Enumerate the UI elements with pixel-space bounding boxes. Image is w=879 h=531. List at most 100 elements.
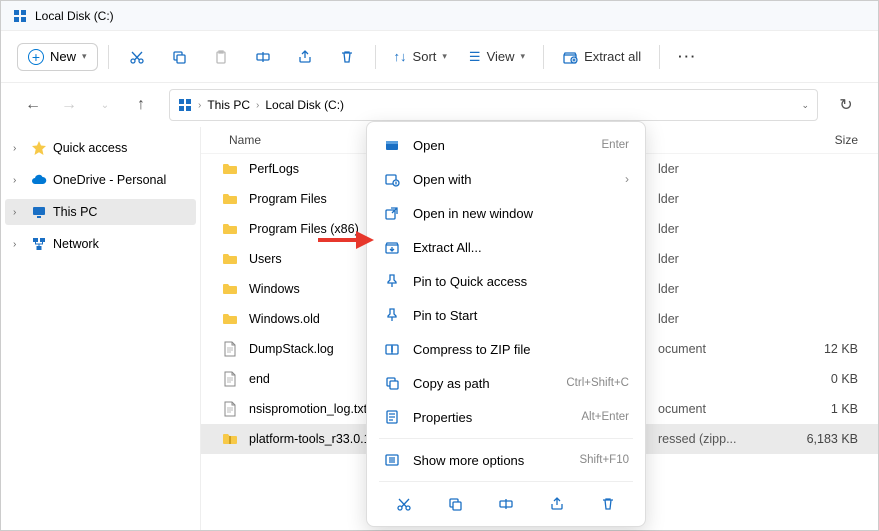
sidebar-item-onedrive-personal[interactable]: ›OneDrive - Personal (5, 167, 196, 193)
properties-icon (383, 408, 401, 426)
copy-button[interactable] (439, 490, 471, 518)
pc-icon (178, 98, 192, 112)
chevron-down-icon[interactable]: ⌄ (801, 100, 809, 111)
pin-icon (383, 272, 401, 290)
file-type: lder (658, 192, 778, 206)
divider (543, 45, 544, 69)
copypath-icon (383, 374, 401, 392)
delete-button[interactable] (329, 39, 365, 75)
share-button[interactable] (287, 39, 323, 75)
menu-item-open-with[interactable]: Open with › (373, 162, 639, 196)
sidebar: › Quick access ›OneDrive - Personal ›This P… (1, 127, 201, 530)
chevron-right-icon: › (13, 207, 25, 218)
cut-button[interactable] (388, 490, 420, 518)
compress-icon (383, 340, 401, 358)
menu-item-open[interactable]: OpenEnter (373, 128, 639, 162)
file-size: 6,183 KB (778, 432, 858, 446)
extract-all-button[interactable]: Extract all (554, 43, 649, 71)
newwindow-icon (383, 204, 401, 222)
divider (375, 45, 376, 69)
divider (108, 45, 109, 69)
plus-icon: + (28, 49, 44, 65)
folder-icon (221, 280, 239, 298)
more-button[interactable]: ··· (670, 43, 705, 70)
view-button[interactable]: ☰ View ▾ (461, 43, 533, 71)
recent-dropdown[interactable]: ⌄ (89, 89, 121, 121)
menu-shortcut: Enter (602, 139, 630, 151)
menu-item-pin-to-quick-access[interactable]: Pin to Quick access (373, 264, 639, 298)
folder-icon (221, 190, 239, 208)
sidebar-item-this-pc[interactable]: ›This PC (5, 199, 196, 225)
back-button[interactable]: ← (17, 89, 49, 121)
sort-icon: ↑↓ (394, 49, 407, 64)
menu-item-extract-all-[interactable]: Extract All... (373, 230, 639, 264)
breadcrumb-part[interactable]: Local Disk (C:) (265, 98, 344, 112)
chevron-down-icon: ▾ (442, 51, 447, 62)
sidebar-item-quick-access[interactable]: › Quick access (5, 135, 196, 161)
new-label: New (50, 49, 76, 64)
copy-button[interactable] (161, 39, 197, 75)
folder-icon (221, 160, 239, 178)
file-size: 0 KB (778, 372, 858, 386)
monitor-icon (31, 204, 47, 220)
menu-label: Pin to Start (413, 308, 629, 323)
extract-icon (383, 238, 401, 256)
file-icon (221, 340, 239, 358)
menu-item-copy-as-path[interactable]: Copy as pathCtrl+Shift+C (373, 366, 639, 400)
sort-label: Sort (413, 49, 437, 64)
col-type[interactable] (658, 133, 778, 147)
menu-label: Copy as path (413, 376, 554, 391)
menu-divider (379, 438, 633, 439)
share-button[interactable] (541, 490, 573, 518)
breadcrumb-part[interactable]: This PC (207, 98, 250, 112)
folder-icon (221, 310, 239, 328)
menu-shortcut: Alt+Enter (581, 411, 629, 423)
up-button[interactable]: ↑ (125, 89, 157, 121)
menu-shortcut: Shift+F10 (579, 454, 629, 466)
menu-item-properties[interactable]: PropertiesAlt+Enter (373, 400, 639, 434)
chevron-right-icon: › (256, 100, 259, 111)
breadcrumb[interactable]: › This PC › Local Disk (C:) ⌄ (169, 89, 818, 121)
window-title: Local Disk (C:) (35, 9, 114, 23)
cloud-icon (31, 172, 47, 188)
sort-button[interactable]: ↑↓ Sort ▾ (386, 43, 455, 70)
paste-button (203, 39, 239, 75)
file-icon (221, 400, 239, 418)
rename-button[interactable] (245, 39, 281, 75)
menu-label: Compress to ZIP file (413, 342, 629, 357)
chevron-right-icon: › (13, 175, 25, 186)
rename-button[interactable] (490, 490, 522, 518)
star-icon (31, 140, 47, 156)
file-type: lder (658, 252, 778, 266)
menu-item-show-more[interactable]: Show more options Shift+F10 (373, 443, 639, 477)
chevron-right-icon: › (198, 100, 201, 111)
menu-label: Open with (413, 172, 613, 187)
menu-item-open-in-new-window[interactable]: Open in new window (373, 196, 639, 230)
sidebar-item-label: Quick access (53, 141, 127, 155)
new-button[interactable]: + New ▾ (17, 43, 98, 71)
chevron-right-icon: › (13, 239, 25, 250)
extract-icon (562, 49, 578, 65)
chevron-right-icon: › (625, 172, 629, 186)
title-bar: Local Disk (C:) (1, 1, 878, 31)
cut-button[interactable] (119, 39, 155, 75)
view-icon: ☰ (469, 49, 481, 65)
menu-toolbar (373, 486, 639, 520)
menu-label: Extract All... (413, 240, 629, 255)
file-type: ressed (zipp... (658, 432, 778, 446)
sidebar-item-network[interactable]: ›Network (5, 231, 196, 257)
refresh-button[interactable]: ↻ (830, 89, 862, 121)
network-icon (31, 236, 47, 252)
menu-divider (379, 481, 633, 482)
menu-item-compress-to-zip-file[interactable]: Compress to ZIP file (373, 332, 639, 366)
menu-label: Show more options (413, 453, 567, 468)
openwith-icon (383, 170, 401, 188)
delete-button[interactable] (592, 490, 624, 518)
file-type: lder (658, 162, 778, 176)
menu-item-pin-to-start[interactable]: Pin to Start (373, 298, 639, 332)
file-type: lder (658, 282, 778, 296)
toolbar: + New ▾ ↑↓ Sort ▾ ☰ View ▾ Extract all ·… (1, 31, 878, 83)
chevron-right-icon: › (13, 143, 25, 154)
file-size: 1 KB (778, 402, 858, 416)
col-size[interactable]: Size (778, 133, 858, 147)
